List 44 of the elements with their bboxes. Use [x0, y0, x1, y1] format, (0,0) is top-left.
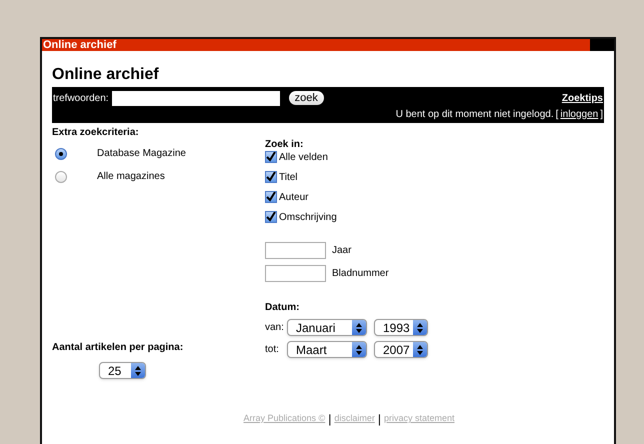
page-title: Online archief — [52, 65, 160, 85]
section-heading: Datum: — [265, 301, 300, 315]
radio-label: Database Magazine — [97, 147, 186, 161]
login-status: U bent op dit moment niet ingelogd. — [396, 109, 554, 121]
year-select[interactable]: 1993 — [374, 319, 428, 336]
month-select[interactable]: Maart — [287, 341, 367, 358]
bracket-text: ] — [600, 109, 603, 121]
search-field[interactable] — [112, 90, 280, 106]
text-field[interactable] — [265, 242, 326, 259]
section-heading: Extra zoekcriteria: — [52, 126, 140, 140]
help-link[interactable]: Zoektips — [562, 90, 603, 106]
radio-button[interactable] — [55, 170, 67, 182]
checkbox[interactable] — [265, 191, 277, 203]
year-select[interactable]: 2007 — [374, 341, 428, 358]
dropdown-arrows-icon — [413, 320, 427, 335]
header-title: Online archief — [42, 40, 116, 50]
date-label: tot: — [265, 343, 280, 357]
field-label: Jaar — [332, 244, 352, 258]
checkbox-label: Omschrijving — [279, 210, 337, 224]
dropdown-arrows-icon — [352, 342, 366, 357]
checkbox[interactable] — [265, 171, 277, 183]
dropdown-arrows-icon — [352, 320, 366, 335]
section-heading: Aantal artikelen per pagina: — [52, 341, 184, 355]
radio-label: Alle magazines — [97, 170, 165, 184]
per-page-select[interactable]: 25 — [99, 362, 146, 379]
search-label: trefwoorden: — [53, 92, 109, 106]
separator: | — [328, 412, 332, 425]
checkbox-label: Titel — [279, 170, 298, 184]
separator: | — [378, 412, 381, 425]
field-label: Bladnummer — [332, 267, 389, 281]
month-select[interactable]: Januari — [287, 319, 367, 336]
search-button[interactable]: zoek — [288, 91, 324, 105]
bracket-text: [ — [556, 109, 558, 121]
checkbox-label: Alle velden — [279, 150, 328, 164]
checkbox[interactable] — [265, 151, 277, 163]
section-heading: Zoek in: — [265, 139, 304, 150]
date-label: van: — [265, 321, 285, 335]
dropdown-arrows-icon — [413, 342, 427, 357]
login-link[interactable]: inloggen — [560, 109, 598, 121]
radio-button[interactable] — [55, 148, 67, 160]
checkbox[interactable] — [265, 211, 277, 223]
text-field[interactable] — [265, 265, 326, 282]
dropdown-arrows-icon — [131, 363, 145, 378]
checkbox-label: Auteur — [279, 190, 308, 204]
